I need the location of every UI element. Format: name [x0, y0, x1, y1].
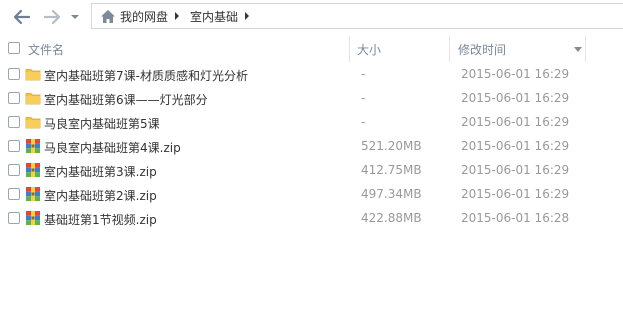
breadcrumb-home[interactable] [100, 9, 116, 24]
forward-button[interactable] [40, 6, 64, 28]
breadcrumb: 我的网盘 室内基础 [91, 3, 623, 29]
row-checkbox[interactable] [8, 116, 20, 128]
select-all-checkbox[interactable] [8, 42, 20, 54]
file-name[interactable]: 室内基础班第6课——灯光部分 [44, 91, 208, 108]
back-button[interactable] [10, 6, 34, 28]
breadcrumb-separator[interactable] [238, 3, 256, 29]
folder-icon [25, 69, 41, 81]
file-modified: 2015-06-01 16:29 [461, 91, 570, 105]
chevron-down-icon [71, 15, 79, 19]
file-list-header: 文件名 大小 修改时间 [0, 36, 623, 62]
file-modified: 2015-06-01 16:29 [461, 139, 570, 153]
row-checkbox[interactable] [8, 164, 20, 176]
zip-archive-icon [26, 211, 40, 225]
home-icon [101, 9, 115, 23]
zip-archive-icon [26, 187, 40, 201]
list-item[interactable]: 马良室内基础班第5课 - 2015-06-01 16:29 [0, 110, 623, 134]
list-item[interactable]: 室内基础班第3课.zip 412.75MB 2015-06-01 16:29 [0, 158, 623, 182]
file-name[interactable]: 马良室内基础班第5课 [44, 115, 160, 132]
column-header-size[interactable]: 大小 [357, 41, 381, 58]
breadcrumb-item-my-drive[interactable]: 我的网盘 [120, 8, 168, 25]
column-header-name[interactable]: 文件名 [28, 41, 64, 58]
column-divider[interactable] [349, 36, 350, 62]
list-item[interactable]: 室内基础班第2课.zip 497.34MB 2015-06-01 16:29 [0, 182, 623, 206]
column-header-modified[interactable]: 修改时间 [458, 41, 506, 58]
list-item[interactable]: 室内基础班第7课-材质质感和灯光分析 - 2015-06-01 16:29 [0, 62, 623, 86]
file-name[interactable]: 室内基础班第2课.zip [44, 187, 157, 204]
file-size: 497.34MB [361, 187, 422, 201]
row-checkbox[interactable] [8, 140, 20, 152]
file-size: 521.20MB [361, 139, 422, 153]
file-modified: 2015-06-01 16:29 [461, 187, 570, 201]
file-size: - [361, 91, 366, 105]
file-name[interactable]: 室内基础班第7课-材质质感和灯光分析 [44, 67, 248, 84]
file-size: 412.75MB [361, 163, 422, 177]
navigation-bar: 我的网盘 室内基础 [0, 0, 623, 34]
file-modified: 2015-06-01 16:28 [461, 211, 570, 225]
sort-descending-icon[interactable] [574, 47, 582, 52]
list-item[interactable]: 马良室内基础班第4课.zip 521.20MB 2015-06-01 16:29 [0, 134, 623, 158]
folder-icon [25, 117, 41, 129]
column-divider[interactable] [449, 36, 450, 62]
file-modified: 2015-06-01 16:29 [461, 67, 570, 81]
zip-archive-icon [26, 139, 40, 153]
folder-icon [25, 93, 41, 105]
file-name[interactable]: 马良室内基础班第4课.zip [44, 139, 181, 156]
history-dropdown-button[interactable] [67, 6, 83, 28]
file-name[interactable]: 室内基础班第3课.zip [44, 163, 157, 180]
file-modified: 2015-06-01 16:29 [461, 115, 570, 129]
file-size: - [361, 67, 366, 81]
file-size: - [361, 115, 366, 129]
file-modified: 2015-06-01 16:29 [461, 163, 570, 177]
arrow-right-icon [43, 9, 61, 25]
zip-archive-icon [26, 163, 40, 177]
row-checkbox[interactable] [8, 212, 20, 224]
row-checkbox[interactable] [8, 92, 20, 104]
chevron-right-icon [175, 12, 180, 20]
breadcrumb-separator[interactable] [168, 3, 186, 29]
file-list: 室内基础班第7课-材质质感和灯光分析 - 2015-06-01 16:29 室内… [0, 62, 623, 230]
list-item[interactable]: 基础班第1节视频.zip 422.88MB 2015-06-01 16:28 [0, 206, 623, 230]
breadcrumb-item-current[interactable]: 室内基础 [190, 8, 238, 25]
row-checkbox[interactable] [8, 68, 20, 80]
file-size: 422.88MB [361, 211, 422, 225]
arrow-left-icon [13, 9, 31, 25]
file-name[interactable]: 基础班第1节视频.zip [44, 211, 157, 228]
list-item[interactable]: 室内基础班第6课——灯光部分 - 2015-06-01 16:29 [0, 86, 623, 110]
row-checkbox[interactable] [8, 188, 20, 200]
chevron-right-icon [245, 12, 250, 20]
column-divider[interactable] [585, 36, 586, 62]
